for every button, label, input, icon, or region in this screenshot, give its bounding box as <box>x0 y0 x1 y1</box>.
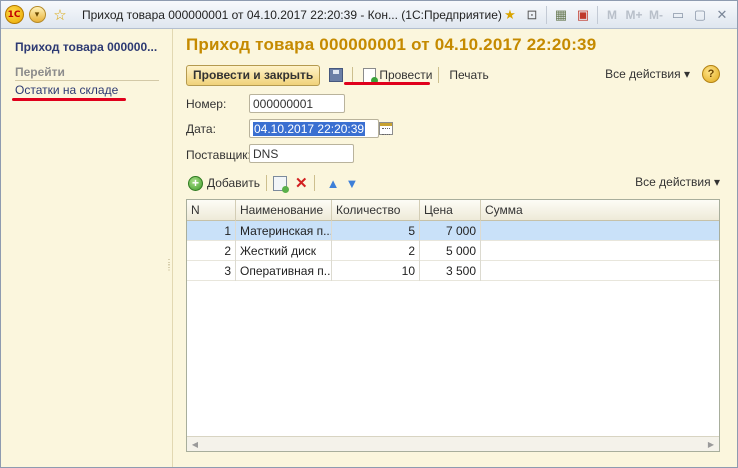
table-row[interactable]: 2 Жесткий диск 2 5 000 <box>187 241 719 261</box>
divider <box>352 67 354 83</box>
calculator-icon[interactable]: ▦ <box>550 4 572 26</box>
table-all-actions-menu[interactable]: Все действия ▾ <box>635 175 720 189</box>
minimize-icon[interactable]: ▭ <box>667 4 689 26</box>
close-icon[interactable]: ✕ <box>711 4 733 26</box>
cell-price[interactable]: 7 000 <box>420 221 481 241</box>
memory-minus-button[interactable]: M- <box>645 4 667 26</box>
column-header-name[interactable]: Наименование <box>236 200 332 221</box>
table-all-actions-label: Все действия <box>635 175 711 189</box>
all-actions-menu[interactable]: Все действия ▾ <box>605 67 690 81</box>
document-form: Приход товара 000000001 от 04.10.2017 22… <box>174 29 737 467</box>
navigation-panel: Приход товара 000000... Перейти Остатки … <box>1 29 173 467</box>
divider <box>438 67 440 83</box>
goods-table[interactable]: N Наименование Количество Цена Сумма 1 М… <box>186 199 720 452</box>
cell-sum[interactable] <box>481 261 719 281</box>
supplier-field[interactable]: DNS <box>249 144 354 163</box>
panel-resize-handle[interactable]: ⋮ ⋮ <box>165 259 173 284</box>
column-header-n[interactable]: N <box>187 200 236 221</box>
column-header-sum[interactable]: Сумма <box>481 200 719 221</box>
nav-link-stock-balance[interactable]: Остатки на складе <box>15 83 118 97</box>
divider <box>313 175 315 191</box>
app-logo-icon[interactable]: 1С <box>4 5 24 25</box>
chevron-down-icon: ▾ <box>28 6 46 23</box>
maximize-icon[interactable]: ▢ <box>689 4 711 26</box>
post-button-label: Провести <box>379 68 433 82</box>
move-down-icon[interactable]: ▼ <box>346 176 359 191</box>
date-value: 04.10.2017 22:20:39 <box>253 122 366 136</box>
title-bar: 1С ▾ ☆ Приход товара 000000001 от 04.10.… <box>1 1 737 29</box>
star-icon: ☆ <box>53 6 67 24</box>
cell-name[interactable]: Жесткий диск <box>236 241 332 261</box>
post-document-icon <box>363 67 379 84</box>
chevron-down-icon: ▾ <box>683 67 690 81</box>
table-row[interactable]: 1 Материнская п... 5 7 000 <box>187 221 719 241</box>
cell-price[interactable]: 3 500 <box>420 261 481 281</box>
cell-sum[interactable] <box>481 241 719 261</box>
add-row-label: Добавить <box>207 176 261 190</box>
table-row[interactable]: 3 Оперативная п... 10 3 500 <box>187 261 719 281</box>
divider <box>266 175 268 191</box>
help-button[interactable]: ? <box>702 65 720 83</box>
nav-panel-title: Приход товара 000000... <box>15 40 158 54</box>
cell-n: 2 <box>187 241 236 261</box>
cell-quantity[interactable]: 10 <box>332 261 420 281</box>
post-button[interactable]: Провести <box>363 67 433 84</box>
cell-price[interactable]: 5 000 <box>420 241 481 261</box>
annotation-underline <box>12 98 126 101</box>
cell-quantity[interactable]: 5 <box>332 221 420 241</box>
favorites-button[interactable]: ☆ <box>50 5 70 25</box>
delete-row-icon[interactable]: ✕ <box>295 174 308 192</box>
form-title: Приход товара 000000001 от 04.10.2017 22… <box>186 35 597 54</box>
window-title: Приход товара 000000001 от 04.10.2017 22… <box>82 7 502 22</box>
main-menu-button[interactable]: ▾ <box>27 5 47 25</box>
memory-m-button[interactable]: M <box>601 4 623 26</box>
date-label: Дата: <box>186 122 216 136</box>
calendar-picker-icon[interactable] <box>379 122 393 135</box>
print-button[interactable]: Печать <box>449 68 488 82</box>
calendar-icon[interactable]: ▣ <box>572 4 594 26</box>
column-header-price[interactable]: Цена <box>420 200 481 221</box>
app-window: 1С ▾ ☆ Приход товара 000000001 от 04.10.… <box>0 0 738 468</box>
supplier-label: Поставщик: <box>186 148 251 162</box>
date-field[interactable]: 04.10.2017 22:20:39 <box>249 119 379 138</box>
cell-quantity[interactable]: 2 <box>332 241 420 261</box>
table-header: N Наименование Количество Цена Сумма <box>187 200 719 221</box>
scroll-left-icon[interactable]: ◀ <box>189 439 201 450</box>
nav-section-goto: Перейти <box>15 65 65 79</box>
number-label: Номер: <box>186 97 227 111</box>
table-toolbar: + Добавить ✕ ▲ ▼ Все действия ▾ <box>186 172 726 194</box>
scroll-right-icon[interactable]: ▶ <box>705 439 717 450</box>
annotation-underline <box>344 82 430 85</box>
add-row-button[interactable]: + Добавить <box>188 175 261 191</box>
add-icon: + <box>188 175 203 191</box>
chevron-down-icon: ▾ <box>713 175 720 189</box>
copy-row-icon[interactable] <box>273 175 290 193</box>
divider <box>15 80 159 81</box>
logo-1c: 1С <box>4 5 24 24</box>
cell-sum[interactable] <box>481 221 719 241</box>
horizontal-scrollbar[interactable]: ◀ ▶ <box>187 436 719 451</box>
divider <box>546 6 547 24</box>
cell-name[interactable]: Оперативная п... <box>236 261 332 281</box>
all-actions-label: Все действия <box>605 67 681 81</box>
column-header-quantity[interactable]: Количество <box>332 200 420 221</box>
cell-n: 1 <box>187 221 236 241</box>
history-icon[interactable]: ⊡ <box>521 4 543 26</box>
cell-n: 3 <box>187 261 236 281</box>
title-bar-tools: ★ ⊡ ▦ ▣ M M+ M- ▭ ▢ ✕ <box>499 4 733 26</box>
favorite-add-icon[interactable]: ★ <box>499 4 521 26</box>
form-toolbar: Провести и закрыть Провести Печать Все д… <box>186 64 726 86</box>
post-and-close-button[interactable]: Провести и закрыть <box>186 64 321 86</box>
floppy-icon <box>329 68 344 82</box>
divider <box>597 6 598 24</box>
move-up-icon[interactable]: ▲ <box>327 176 340 191</box>
number-field[interactable]: 000000001 <box>249 94 345 113</box>
cell-name[interactable]: Материнская п... <box>236 221 332 241</box>
memory-plus-button[interactable]: M+ <box>623 4 645 26</box>
